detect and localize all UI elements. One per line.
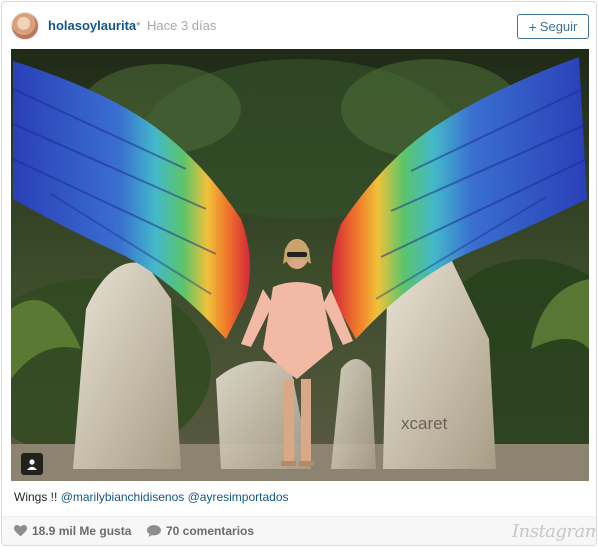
post-timestamp[interactable]: Hace 3 días [147,18,216,33]
likes-count[interactable]: 18.9 mil Me gusta [14,524,131,538]
post-caption: Wings !! @marilybianchidisenos @ayresimp… [14,490,289,504]
follow-button-label: Seguir [539,19,578,34]
instagram-embed-card: holasoylaurita • Hace 3 días + Seguir xc… [1,1,597,546]
post-photo[interactable]: xcaret [11,49,589,481]
username-link[interactable]: holasoylaurita [48,18,136,33]
follow-button[interactable]: + Seguir [517,14,589,39]
photo-illustration: xcaret [11,49,589,481]
comment-icon [147,525,161,537]
comments-label: 70 comentarios [166,524,255,538]
mention-link-ayresimportados[interactable]: @ayresimportados [188,490,289,504]
caption-text: Wings !! [14,490,61,504]
instagram-logo[interactable]: Instagram [512,521,596,542]
user-tag-icon[interactable] [21,453,43,475]
comments-count[interactable]: 70 comentarios [147,524,254,538]
mention-link-marilybianchidisenos[interactable]: @marilybianchidisenos [61,490,185,504]
likes-label: 18.9 mil Me gusta [32,524,132,538]
separator-dot: • [136,16,141,31]
heart-icon [14,525,27,537]
avatar[interactable] [11,12,39,40]
post-footer: 18.9 mil Me gusta 70 comentarios Instagr… [2,516,596,545]
xcaret-sign-text: xcaret [401,414,448,433]
post-header: holasoylaurita • Hace 3 días + Seguir [2,2,596,48]
plus-icon: + [528,18,537,35]
